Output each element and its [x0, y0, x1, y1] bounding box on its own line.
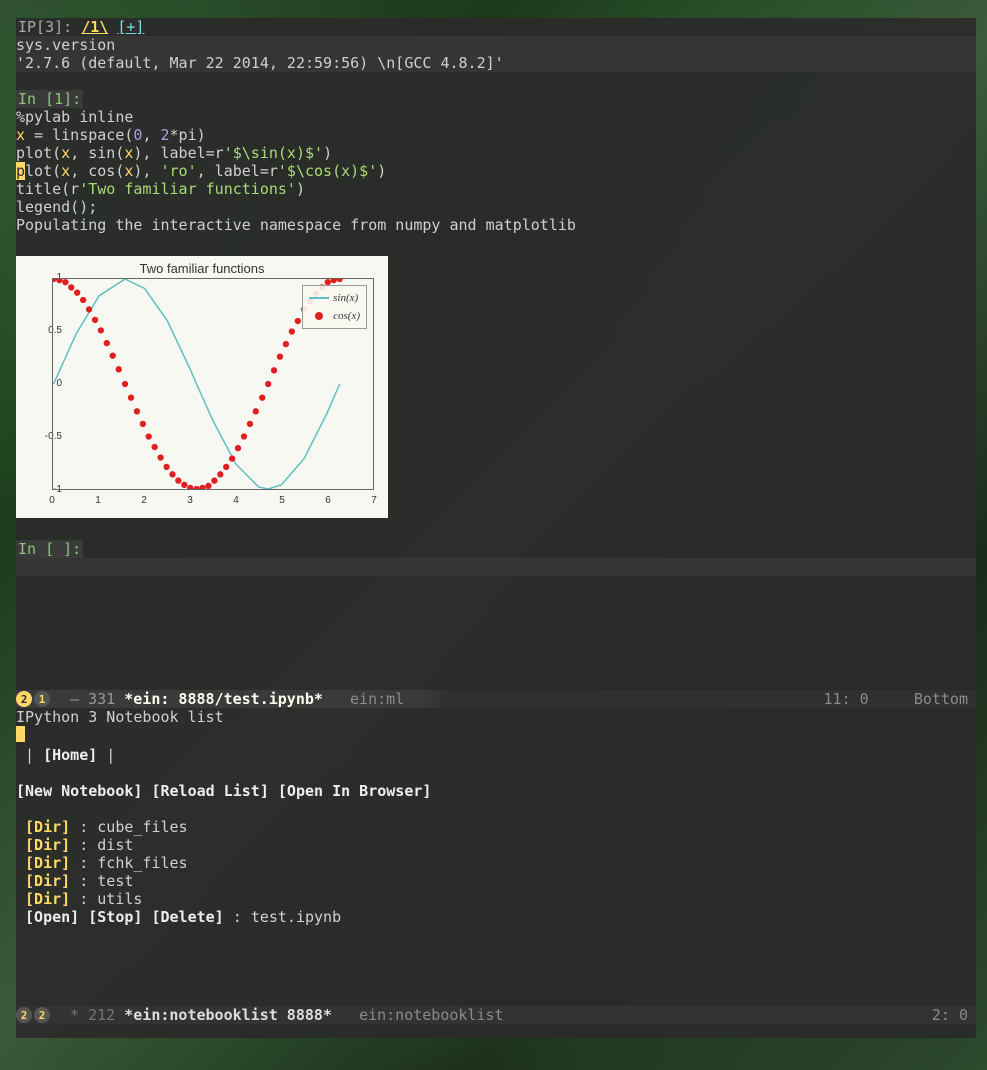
chart-plot-area: sin(x) cos(x)	[52, 278, 374, 490]
dir-row: [Dir] : fchk_files	[16, 854, 976, 872]
blank-line	[16, 234, 976, 252]
reload-list-button[interactable]: [Reload List]	[151, 782, 268, 800]
tab-bar: IP[3]: /1\ [+]	[16, 18, 976, 36]
dir-row: [Dir] : test	[16, 872, 976, 890]
modeline-buffer: *ein: 8888/test.ipynb*	[124, 690, 323, 708]
new-notebook-button[interactable]: [New Notebook]	[16, 782, 142, 800]
cell-in-1: In [1]:	[16, 90, 976, 108]
tab-active[interactable]: /1\	[81, 18, 108, 36]
cell-prompt: In [ ]:	[16, 540, 83, 558]
notebook-pane[interactable]: sys.version '2.7.6 (default, Mar 22 2014…	[16, 36, 976, 690]
code-line[interactable]: legend();	[16, 198, 976, 216]
cell-empty: In [ ]:	[16, 540, 976, 558]
xtick: 0	[49, 492, 55, 510]
text-cursor	[16, 726, 25, 742]
modeline-buffer: *ein:notebooklist 8888*	[124, 1006, 332, 1024]
xtick: 6	[325, 492, 331, 510]
minibuffer[interactable]	[16, 1024, 976, 1038]
code-line[interactable]: plot(x, cos(x), 'ro', label=r'$\cos(x)$'…	[16, 162, 976, 180]
code-line[interactable]: title(r'Two familiar functions')	[16, 180, 976, 198]
tab-prefix: IP[3]:	[18, 18, 81, 36]
xtick: 5	[279, 492, 285, 510]
open-in-browser-button[interactable]: [Open In Browser]	[278, 782, 432, 800]
cell-empty-body[interactable]	[16, 558, 976, 576]
output-text: '2.7.6 (default, Mar 22 2014, 22:59:56) …	[16, 54, 976, 72]
sin-line	[54, 279, 340, 489]
dir-link[interactable]: [Dir]	[25, 872, 70, 890]
modeline-mode: ein:ml	[350, 690, 404, 708]
cell-out-3: sys.version '2.7.6 (default, Mar 22 2014…	[16, 36, 976, 72]
cos-dots	[53, 279, 343, 489]
home-link[interactable]: [Home]	[43, 746, 97, 764]
file-name: test.ipynb	[251, 908, 341, 926]
legend-dot-icon	[315, 312, 323, 320]
dir-link[interactable]: [Dir]	[25, 818, 70, 836]
cursor-line	[16, 726, 976, 746]
tab-new[interactable]: [+]	[117, 18, 144, 36]
code-line[interactable]: x = linspace(0, 2*pi)	[16, 126, 976, 144]
blank-line	[16, 72, 976, 90]
chart-output: Two familiar functions 1 0.5 0 -0.5 -1 0…	[16, 256, 388, 518]
legend-label: sin(x)	[333, 289, 358, 307]
chart-title: Two familiar functions	[16, 260, 388, 278]
code-line[interactable]: plot(x, sin(x), label=r'$\sin(x)$')	[16, 144, 976, 162]
emacs-frame: IP[3]: /1\ [+] sys.version '2.7.6 (defau…	[16, 18, 976, 1038]
blank-line	[16, 522, 976, 540]
notebooklist-title: IPython 3 Notebook list	[16, 708, 976, 726]
notebooklist-pane[interactable]: IPython 3 Notebook list | [Home] | [New …	[16, 708, 976, 1006]
dir-row: [Dir] : utils	[16, 890, 976, 908]
modeline-badge: 1	[34, 691, 50, 707]
file-row: [Open] [Stop] [Delete] : test.ipynb	[16, 908, 976, 926]
blank-line	[16, 800, 976, 818]
legend-row-sin: sin(x)	[309, 289, 360, 307]
legend-row-cos: cos(x)	[309, 307, 360, 325]
modeline-badge: 2	[16, 691, 32, 707]
dir-link[interactable]: [Dir]	[25, 836, 70, 854]
modeline-top: 21 — 331 *ein: 8888/test.ipynb* ein:ml 1…	[16, 690, 976, 708]
output-text: sys.version	[16, 36, 976, 54]
dir-link[interactable]: [Dir]	[25, 890, 70, 908]
dir-link[interactable]: [Dir]	[25, 854, 70, 872]
modeline-bottom: 22 * 212 *ein:notebooklist 8888* ein:not…	[16, 1006, 976, 1024]
stop-button[interactable]: [Stop]	[88, 908, 142, 926]
modeline-right: 11: 0 Bottom	[824, 690, 969, 708]
xtick: 1	[95, 492, 101, 510]
delete-button[interactable]: [Delete]	[151, 908, 223, 926]
cell-prompt: In [1]:	[16, 90, 83, 108]
modeline-right: 2: 0	[932, 1006, 968, 1024]
modeline-mode: ein:notebooklist	[359, 1006, 504, 1024]
cell-stdout: Populating the interactive namespace fro…	[16, 216, 976, 234]
modeline-badge: 2	[34, 1007, 50, 1023]
open-button[interactable]: [Open]	[25, 908, 79, 926]
dir-row: [Dir] : dist	[16, 836, 976, 854]
blank-line	[16, 764, 976, 782]
code-line[interactable]: %pylab inline	[16, 108, 976, 126]
xtick: 4	[233, 492, 239, 510]
xtick: 3	[187, 492, 193, 510]
nb-actions: [New Notebook] [Reload List] [Open In Br…	[16, 782, 976, 800]
legend: sin(x) cos(x)	[302, 285, 367, 329]
xtick: 2	[141, 492, 147, 510]
modeline-badge: 2	[16, 1007, 32, 1023]
legend-label: cos(x)	[333, 307, 360, 325]
xtick: 7	[371, 492, 377, 510]
legend-line-icon	[309, 297, 329, 299]
text-cursor: p	[16, 162, 25, 180]
dir-row: [Dir] : cube_files	[16, 818, 976, 836]
breadcrumb: | [Home] |	[16, 746, 976, 764]
